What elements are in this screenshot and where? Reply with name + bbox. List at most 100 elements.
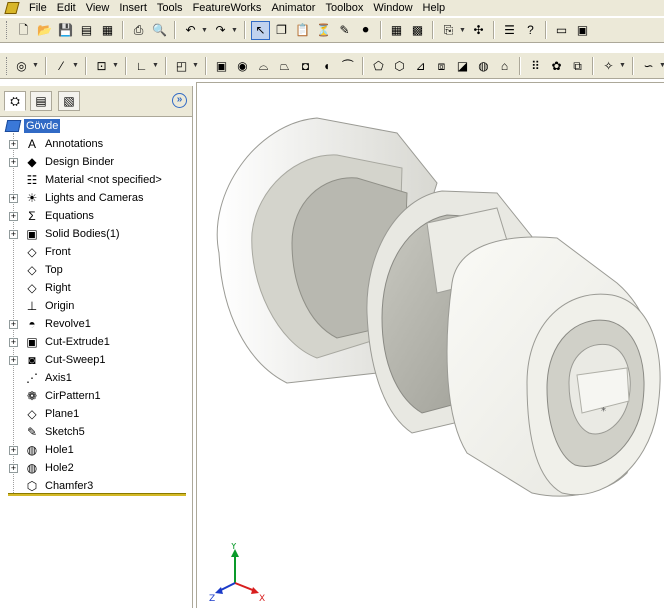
hole-button[interactable]: ◍ [474,56,493,75]
tree-item-design-binder[interactable]: + ◆ Design Binder [0,153,190,171]
brick-button[interactable]: ▩ [408,21,427,40]
tree-item-cut-sweep1[interactable]: + ◙ Cut-Sweep1 [0,351,190,369]
menu-edit[interactable]: Edit [52,0,81,16]
make-drawing-button[interactable]: ▤ [77,21,96,40]
print-preview-button[interactable]: 🔍 [150,21,169,40]
sketch-button[interactable]: ✎ [335,21,354,40]
options-button[interactable]: ☰ [500,21,519,40]
rib-button[interactable]: ⊿ [411,56,430,75]
dropdown-arrow-icon[interactable]: ▼ [112,62,119,69]
circular-pattern-button[interactable]: ✿ [547,56,566,75]
dropdown-arrow-icon[interactable]: ▼ [459,27,466,34]
toolbar-grip[interactable] [6,56,7,75]
fillet-button[interactable]: ⬠ [369,56,388,75]
extruded-boss-button[interactable]: ▣ [212,56,231,75]
tree-item-right[interactable]: ◇ Right [0,279,190,297]
dropdown-arrow-icon[interactable]: ▼ [32,62,39,69]
expand-icon[interactable]: + [9,446,18,455]
expand-icon[interactable]: + [9,338,18,347]
new-button[interactable]: 🗋 [14,21,33,40]
filter-button[interactable]: ⏳ [314,21,333,40]
view-orientation-button[interactable]: ◎ [12,56,31,75]
grid-button[interactable]: ▦ [387,21,406,40]
dome-button[interactable]: ⌂ [495,56,514,75]
tree-item-origin[interactable]: ⊥ Origin [0,297,190,315]
expand-panel-button[interactable]: » [172,93,187,108]
menu-file[interactable]: File [24,0,52,16]
redo-button[interactable]: ↷ [211,21,230,40]
expand-icon[interactable]: + [9,158,18,167]
dropdown-arrow-icon[interactable]: ▼ [152,62,159,69]
chamfer-button[interactable]: ⬡ [390,56,409,75]
display-style-button[interactable]: ⊡ [92,56,111,75]
reference-geometry-button[interactable]: ✧ [599,56,618,75]
tree-item-sketch5[interactable]: ✎ Sketch5 [0,423,190,441]
dropdown-arrow-icon[interactable]: ▼ [72,62,79,69]
swept-cut-button[interactable]: ⏜ [338,56,357,75]
tree-item-hole1[interactable]: + ◍ Hole1 [0,441,190,459]
expand-icon[interactable]: + [9,320,18,329]
curves-button[interactable]: ∽ [639,56,658,75]
mate-button[interactable]: ✣ [469,21,488,40]
tree-item-chamfer3[interactable]: ⬡ Chamfer3 [0,477,190,495]
menu-view[interactable]: View [81,0,115,16]
tab-propertymanager[interactable]: ▤ [30,91,52,111]
draft-button[interactable]: ◪ [453,56,472,75]
mirror-button[interactable]: ⧉ [568,56,587,75]
axis-button[interactable]: ⁄ [52,56,71,75]
expand-icon[interactable]: + [9,464,18,473]
tree-item-top[interactable]: ◇ Top [0,261,190,279]
graphics-area[interactable]: * Y X Z [196,82,664,608]
tree-item-hole2[interactable]: + ◍ Hole2 [0,459,190,477]
menu-window[interactable]: Window [368,0,417,16]
menu-featureworks[interactable]: FeatureWorks [188,0,267,16]
linear-pattern-button[interactable]: ⠿ [526,56,545,75]
expand-icon[interactable]: + [9,140,18,149]
tree-item-plane1[interactable]: ◇ Plane1 [0,405,190,423]
angle-button[interactable]: ∟ [132,56,151,75]
tree-root[interactable]: Gövde [4,118,61,134]
revolved-cut-button[interactable]: ◖ [317,56,336,75]
menu-insert[interactable]: Insert [114,0,152,16]
copy-button[interactable]: ❐ [272,21,291,40]
expand-icon[interactable]: + [9,356,18,365]
tree-item-cut-extrude1[interactable]: + ▣ Cut-Extrude1 [0,333,190,351]
traffic-light-button[interactable]: ⚫ [356,21,375,40]
print-button[interactable]: ⎙ [129,21,148,40]
toolbar-grip[interactable] [6,21,9,39]
dropdown-arrow-icon[interactable]: ▼ [231,27,238,34]
display-button[interactable]: ▣ [573,21,592,40]
revolved-boss-button[interactable]: ◉ [233,56,252,75]
insert-component-button[interactable]: ⎘ [439,21,458,40]
expand-icon[interactable]: + [9,194,18,203]
monitor-button[interactable]: ▭ [552,21,571,40]
tree-item-cirpattern1[interactable]: ❁ CirPattern1 [0,387,190,405]
select-button[interactable]: ↖ [251,20,270,40]
tree-item-annotations[interactable]: + A Annotations [0,135,190,153]
tab-configurationmanager[interactable]: ▧ [58,91,80,111]
tree-item-lights-and-cameras[interactable]: + ☀ Lights and Cameras [0,189,190,207]
save-button[interactable]: 💾 [56,21,75,40]
dropdown-arrow-icon[interactable]: ▼ [192,62,199,69]
shell-button[interactable]: ⧈ [432,56,451,75]
paste-button[interactable]: 📋 [293,21,312,40]
tree-item-axis1[interactable]: ⋰ Axis1 [0,369,190,387]
tree-item-material-not-specified[interactable]: ☷ Material <not specified> [0,171,190,189]
expand-icon[interactable]: + [9,212,18,221]
tree-item-equations[interactable]: + Σ Equations [0,207,190,225]
undo-button[interactable]: ↶ [181,21,200,40]
open-button[interactable]: 📂 [35,21,54,40]
menu-animator[interactable]: Animator [266,0,320,16]
tree-item-front[interactable]: ◇ Front [0,243,190,261]
tree-item-revolve1[interactable]: + ◓ Revolve1 [0,315,190,333]
tab-featuremanager[interactable]: ⛭ [4,91,26,111]
dropdown-arrow-icon[interactable]: ▼ [619,62,626,69]
menu-help[interactable]: Help [418,0,451,16]
tree-item-solid-bodies-1[interactable]: + ▣ Solid Bodies(1) [0,225,190,243]
lofted-boss-button[interactable]: ⏢ [275,56,294,75]
swept-boss-button[interactable]: ⌓ [254,56,273,75]
dropdown-arrow-icon[interactable]: ▼ [659,62,664,69]
extruded-cut-button[interactable]: ◘ [296,56,315,75]
dropdown-arrow-icon[interactable]: ▼ [201,27,208,34]
section-view-button[interactable]: ◰ [172,56,191,75]
